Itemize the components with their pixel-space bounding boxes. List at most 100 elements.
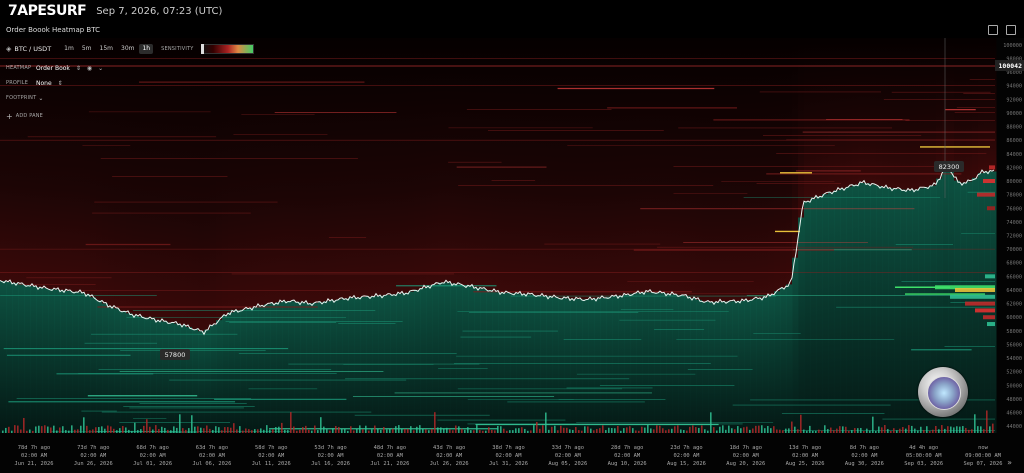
add-pane-button[interactable]: ADD PANE xyxy=(16,113,43,119)
pin-icon[interactable] xyxy=(988,25,998,35)
bid-column xyxy=(246,308,253,433)
maximize-icon[interactable] xyxy=(1006,25,1016,35)
ask-column xyxy=(672,38,679,295)
volume-bar xyxy=(692,425,694,433)
tf-15m[interactable]: 15m xyxy=(97,44,116,54)
volume-bar xyxy=(629,426,631,433)
ask-column xyxy=(726,38,733,302)
volume-bar xyxy=(173,426,175,433)
volume-bar xyxy=(284,429,286,433)
volume-bar xyxy=(449,429,451,433)
pair-selector[interactable]: ◈ BTC / USDT xyxy=(6,45,51,53)
volume-bar xyxy=(179,414,181,433)
add-pane-row[interactable]: + ADD PANE xyxy=(6,109,254,123)
volume-bar xyxy=(743,427,745,433)
ask-column xyxy=(522,38,529,294)
bid-column xyxy=(900,189,907,433)
tf-1h[interactable]: 1h xyxy=(139,44,154,54)
profile-label: PROFILE xyxy=(6,80,29,86)
bid-column xyxy=(780,287,787,433)
volume-bar xyxy=(671,428,673,433)
volume-bar xyxy=(737,426,739,433)
volume-bar xyxy=(542,425,544,433)
volume-bar xyxy=(824,425,826,433)
volume-bar xyxy=(56,430,58,433)
profile-row: PROFILE None ⇕ xyxy=(6,76,254,90)
bid-column xyxy=(492,291,499,433)
tf-1m[interactable]: 1m xyxy=(61,44,77,54)
volume-bar xyxy=(980,426,982,433)
bid-column xyxy=(366,296,373,433)
ask-column xyxy=(660,38,667,294)
volume-bar xyxy=(755,425,757,433)
chevron-down-icon[interactable]: ⌄ xyxy=(98,65,103,72)
time-tick-date: Sep 03, 2026 xyxy=(904,461,943,467)
volume-bar xyxy=(566,427,568,433)
volume-bar xyxy=(107,425,109,433)
time-tick-date: Aug 10, 2026 xyxy=(608,461,647,467)
volume-bar xyxy=(488,427,490,433)
bid-column xyxy=(894,188,901,433)
volume-bar xyxy=(62,426,64,433)
time-tick-ago: now xyxy=(978,445,988,451)
time-tick-ago: 18d 7h ago xyxy=(730,445,762,451)
heatmap-select[interactable]: Order Book xyxy=(36,65,70,72)
plus-icon[interactable]: + xyxy=(6,112,13,121)
tf-30m[interactable]: 30m xyxy=(118,44,137,54)
bid-column xyxy=(468,286,475,433)
bid-column xyxy=(408,291,415,433)
volume-bar xyxy=(311,430,313,433)
volume-bar xyxy=(902,426,904,433)
volume-bar xyxy=(968,429,970,433)
volume-bar xyxy=(884,425,886,433)
sensitivity-slider[interactable] xyxy=(200,44,254,54)
ask-column xyxy=(324,38,331,302)
ask-column xyxy=(984,38,991,172)
volume-bar xyxy=(206,425,208,433)
volume-bar xyxy=(956,426,958,433)
bid-column xyxy=(786,284,793,433)
sort-icon[interactable]: ⇕ xyxy=(76,65,81,72)
eye-icon[interactable]: ◉ xyxy=(87,65,92,72)
volume-bar xyxy=(647,425,649,433)
ask-column xyxy=(594,38,601,299)
bid-column xyxy=(678,295,685,433)
bid-column xyxy=(114,308,121,433)
volume-bar xyxy=(545,412,547,433)
ask-column xyxy=(312,38,319,304)
ask-column xyxy=(852,38,859,185)
volume-bar xyxy=(101,426,103,433)
price-tick: 86000 xyxy=(1006,138,1022,144)
bid-column xyxy=(96,300,103,433)
ask-column xyxy=(498,38,505,293)
volume-bar xyxy=(383,427,385,433)
bid-column xyxy=(612,296,619,433)
bid-column xyxy=(144,317,151,433)
volume-bar xyxy=(653,429,655,433)
volume-bar xyxy=(581,430,583,433)
volume-bar xyxy=(326,429,328,433)
tf-5m[interactable]: 5m xyxy=(79,44,95,54)
bid-column xyxy=(462,285,469,433)
volume-bar xyxy=(350,426,352,433)
profile-select[interactable]: None xyxy=(36,80,52,87)
time-tick-date: Jul 01, 2026 xyxy=(133,461,172,467)
sort-icon[interactable]: ⇕ xyxy=(58,80,63,87)
volume-bar xyxy=(497,425,499,433)
bid-column xyxy=(102,303,109,433)
volume-bar xyxy=(923,429,925,433)
ask-column xyxy=(708,38,715,303)
volume-bar xyxy=(26,430,28,433)
time-tick-time: 02:00 AM xyxy=(496,453,523,459)
scroll-right-button[interactable]: » xyxy=(1007,458,1012,467)
volume-bar xyxy=(98,427,100,433)
ask-column xyxy=(834,38,841,191)
volume-bar xyxy=(407,428,409,433)
chevron-down-icon[interactable]: ⌄ xyxy=(38,95,43,102)
ask-column xyxy=(402,38,409,294)
ask-column xyxy=(696,38,703,300)
bid-column xyxy=(444,282,451,433)
sensitivity-handle[interactable] xyxy=(200,44,204,54)
app-logo[interactable]: 7APESURF xyxy=(8,3,87,19)
ask-column xyxy=(384,38,391,296)
